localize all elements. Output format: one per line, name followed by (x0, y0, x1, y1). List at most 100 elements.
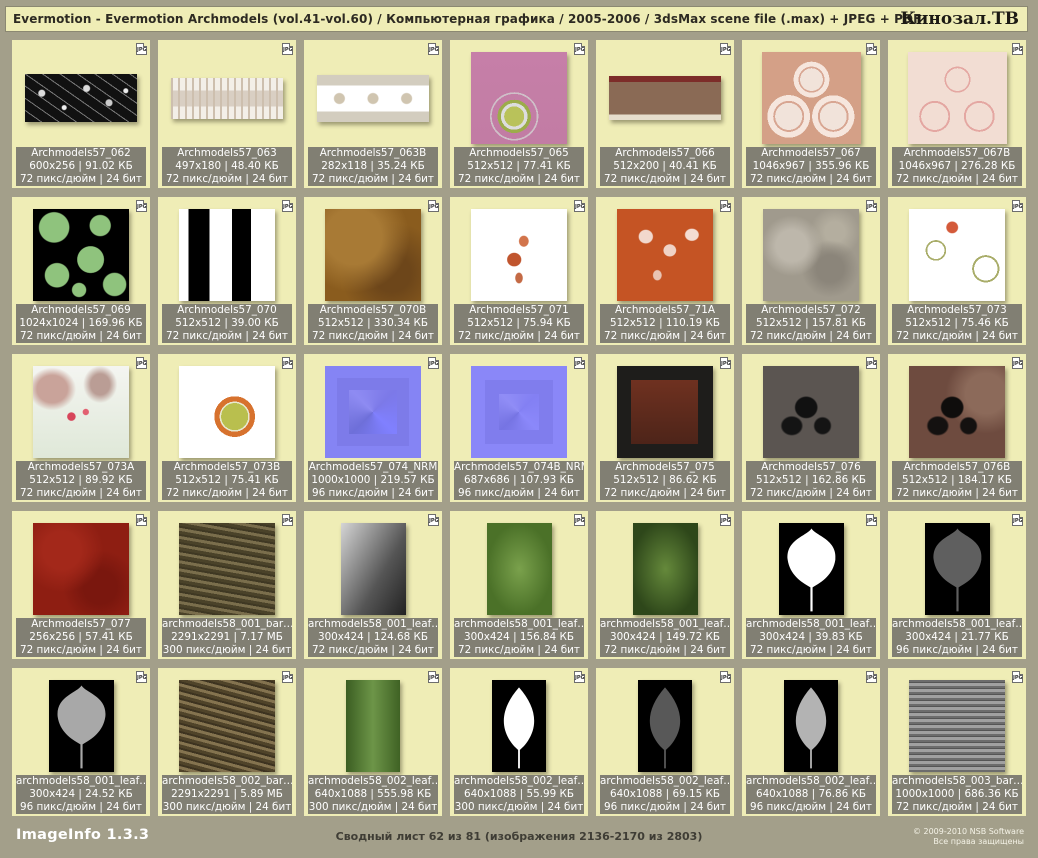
thumbnail-tile[interactable]: JPG Archmodels57_066 512x200 | 40.41 КБ 72 … (596, 40, 734, 188)
thumbnail-image[interactable] (33, 523, 129, 615)
file-name: Archmodels57_062 (31, 147, 131, 159)
thumbnail-tile[interactable]: JPG archmodels58_002_leaf… 640x1088 | 55.9… (450, 668, 588, 816)
thumbnail-frame (310, 523, 436, 615)
file-name: Archmodels57_070 (177, 304, 277, 316)
thumbnail-tile[interactable]: JPG Archmodels57_075 512x512 | 86.62 КБ 72 … (596, 354, 734, 502)
thumbnail-image[interactable] (763, 209, 859, 301)
thumbnail-tile[interactable]: JPG Archmodels57_065 512x512 | 77.41 КБ 72 … (450, 40, 588, 188)
thumbnail-image[interactable] (763, 366, 859, 458)
thumbnail-tile[interactable]: JPG Archmodels57_076 512x512 | 162.86 КБ 72… (742, 354, 880, 502)
thumbnail-image[interactable] (179, 523, 275, 615)
thumbnail-tile[interactable]: JPG Archmodels57_71A 512x512 | 110.19 КБ 72… (596, 197, 734, 345)
thumbnail-image[interactable] (617, 209, 713, 301)
thumbnail-tile[interactable]: JPG Archmodels57_069 1024x1024 | 169.96 КБ… (12, 197, 150, 345)
thumbnail-caption: Archmodels57_071 512x512 | 75.94 КБ 72 пик… (454, 304, 584, 343)
thumbnail-image[interactable] (909, 366, 1005, 458)
thumbnail-tile[interactable]: JPG archmodels58_002_leaf… 640x1088 | 555.… (304, 668, 442, 816)
file-name: Archmodels57_066 (615, 147, 715, 159)
thumbnail-frame (164, 209, 290, 301)
thumbnail-frame (602, 52, 728, 144)
thumbnail-tile[interactable]: JPG Archmodels57_077 256x256 | 57.41 КБ 72 … (12, 511, 150, 659)
copyright: © 2009-2010 NSB Software Все права защищ… (913, 827, 1024, 847)
thumbnail-tile[interactable]: JPG Archmodels57_070B 512x512 | 330.34 КБ 7… (304, 197, 442, 345)
file-resolution-depth: 72 пикс/дюйм | 24 бит (166, 173, 288, 185)
thumbnail-caption: Archmodels57_062 600x256 | 91.02 КБ 72 пик… (16, 147, 146, 186)
thumbnail-caption: Archmodels57_067 1046x967 | 355.96 КБ 72 п… (746, 147, 876, 186)
file-resolution-depth: 72 пикс/дюйм | 24 бит (896, 330, 1018, 342)
file-name: archmodels58_001_leaf… (16, 775, 146, 787)
thumbnail-image[interactable] (179, 366, 275, 458)
thumbnail-tile[interactable]: JPG Archmodels57_074_NRM 1000x1000 | 219.5… (304, 354, 442, 502)
thumbnail-tile[interactable]: JPG archmodels58_001_leaf… 300x424 | 156.8… (450, 511, 588, 659)
thumbnail-tile[interactable]: JPG archmodels58_002_leaf… 640x1088 | 76.8… (742, 668, 880, 816)
thumbnail-tile[interactable]: JPG archmodels58_001_bar… 2291x2291 | 7.17… (158, 511, 296, 659)
thumbnail-image[interactable] (179, 680, 275, 772)
thumbnail-image[interactable] (33, 209, 129, 301)
file-dimensions-size: 640x1088 | 55.99 КБ (463, 788, 575, 800)
thumbnail-image[interactable] (33, 366, 129, 458)
thumbnail-tile[interactable]: JPG Archmodels57_073 512x512 | 75.46 КБ 72 … (888, 197, 1026, 345)
thumbnail-tile[interactable]: JPG archmodels58_001_leaf… 300x424 | 149.7… (596, 511, 734, 659)
thumbnail-tile[interactable]: JPG Archmodels57_067B 1046x967 | 276.28 КБ… (888, 40, 1026, 188)
thumbnail-tile[interactable]: JPG Archmodels57_073B 512x512 | 75.41 КБ 72… (158, 354, 296, 502)
leaf-shape (649, 687, 681, 769)
thumbnail-tile[interactable]: JPG archmodels58_001_leaf… 300x424 | 39.83… (742, 511, 880, 659)
thumbnail-tile[interactable]: JPG Archmodels57_062 600x256 | 91.02 КБ 72 … (12, 40, 150, 188)
thumbnail-image[interactable] (909, 209, 1005, 301)
thumbnail-image[interactable] (317, 74, 429, 122)
thumbnail-tile[interactable]: JPG archmodels58_001_leaf… 300x424 | 21.77… (888, 511, 1026, 659)
thumbnail-image[interactable] (617, 366, 713, 458)
thumbnail-frame (748, 209, 874, 301)
thumbnail-tile[interactable]: JPG Archmodels57_074B_NRM 687x686 | 107.93… (450, 354, 588, 502)
thumbnail-tile[interactable]: JPG archmodels58_002_leaf… 640x1088 | 69.1… (596, 668, 734, 816)
thumbnail-frame (310, 52, 436, 144)
file-resolution-depth: 300 пикс/дюйм | 24 бит (454, 801, 584, 813)
thumbnail-tile[interactable]: JPG Archmodels57_070 512x512 | 39.00 КБ 72 … (158, 197, 296, 345)
thumbnail-image[interactable] (486, 523, 552, 615)
thumbnail-frame (894, 52, 1020, 144)
thumbnail-image[interactable] (907, 52, 1007, 144)
thumbnail-image[interactable] (924, 523, 990, 615)
thumbnail-image[interactable] (179, 209, 275, 301)
thumbnail-frame (894, 523, 1020, 615)
file-name: Archmodels57_067 (761, 147, 861, 159)
thumbnail-tile[interactable]: JPG Archmodels57_076B 512x512 | 184.17 КБ 7… (888, 354, 1026, 502)
thumbnail-image[interactable] (346, 680, 400, 772)
thumbnail-image[interactable] (340, 523, 406, 615)
file-name: Archmodels57_076B (903, 461, 1011, 473)
thumbnail-image[interactable] (909, 680, 1005, 772)
thumbnail-image[interactable] (761, 52, 861, 144)
thumbnail-image[interactable] (632, 523, 698, 615)
file-dimensions-size: 512x200 | 40.41 КБ (613, 160, 717, 172)
thumbnail-image[interactable] (609, 76, 721, 120)
thumbnail-image[interactable] (784, 680, 838, 772)
thumbnail-tile[interactable]: JPG Archmodels57_072 512x512 | 157.81 КБ 72… (742, 197, 880, 345)
thumbnail-tile[interactable]: JPG Archmodels57_073A 512x512 | 89.92 КБ 72… (12, 354, 150, 502)
thumbnail-tile[interactable]: JPG Archmodels57_071 512x512 | 75.94 КБ 72 … (450, 197, 588, 345)
thumbnail-tile[interactable]: JPG archmodels58_002_bar… 2291x2291 | 5.89… (158, 668, 296, 816)
thumbnail-tile[interactable]: JPG archmodels58_001_leaf… 300x424 | 124.6… (304, 511, 442, 659)
file-resolution-depth: 72 пикс/дюйм | 24 бит (896, 173, 1018, 185)
thumbnail-tile[interactable]: JPG archmodels58_001_leaf… 300x424 | 24.52… (12, 668, 150, 816)
file-resolution-depth: 72 пикс/дюйм | 24 бит (312, 330, 434, 342)
thumbnail-image[interactable] (325, 209, 421, 301)
thumbnail-image[interactable] (492, 680, 546, 772)
thumbnail-tile[interactable]: JPG Archmodels57_063B 282x118 | 35.24 КБ 72… (304, 40, 442, 188)
thumbnail-image[interactable] (48, 680, 114, 772)
file-dimensions-size: 1000x1000 | 219.57 КБ (311, 474, 435, 486)
thumbnail-tile[interactable]: JPG archmodels58_003_bar… 1000x1000 | 686.… (888, 668, 1026, 816)
thumbnail-image[interactable] (471, 366, 567, 458)
thumbnail-image[interactable] (171, 77, 283, 119)
thumbnail-image[interactable] (778, 523, 844, 615)
thumbnail-image[interactable] (325, 366, 421, 458)
thumbnail-caption: Archmodels57_077 256x256 | 57.41 КБ 72 пик… (16, 618, 146, 657)
file-dimensions-size: 300x424 | 21.77 КБ (905, 631, 1009, 643)
thumbnail-image[interactable] (638, 680, 692, 772)
thumbnail-tile[interactable]: JPG Archmodels57_067 1046x967 | 355.96 КБ 7… (742, 40, 880, 188)
thumbnail-caption: archmodels58_001_leaf… 300x424 | 149.72 К… (600, 618, 730, 657)
thumbnail-image[interactable] (471, 52, 567, 144)
thumbnail-image[interactable] (25, 74, 137, 122)
thumbnail-caption: archmodels58_002_leaf… 640x1088 | 55.99 К… (454, 775, 584, 814)
thumbnail-image[interactable] (471, 209, 567, 301)
thumbnail-tile[interactable]: JPG Archmodels57_063 497x180 | 48.40 КБ 72 … (158, 40, 296, 188)
